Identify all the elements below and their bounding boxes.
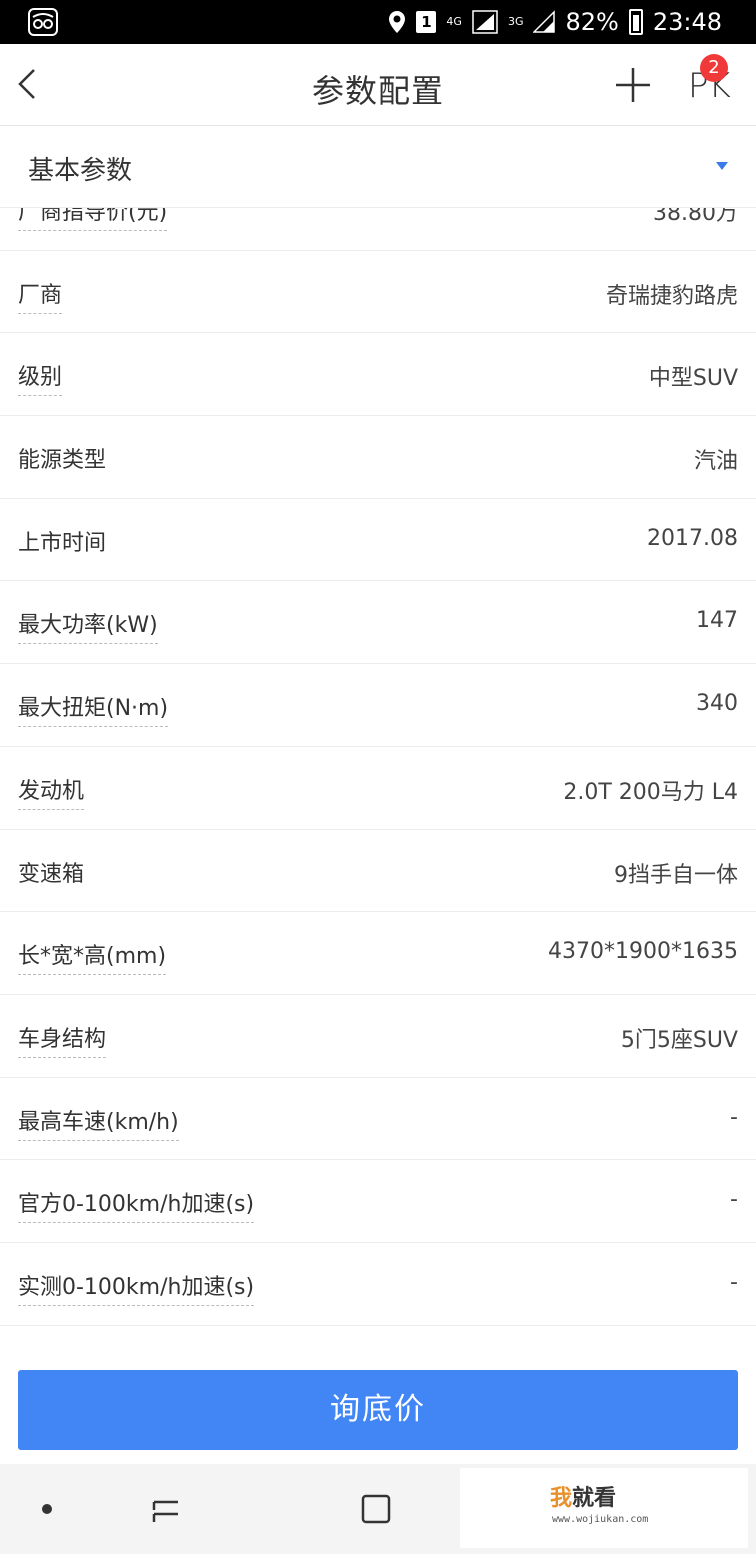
status-bar: 1 4G 3G 82% 23:48 — [0, 0, 756, 44]
section-header[interactable]: 基本参数 — [0, 126, 756, 208]
row-value: 2017.08 — [647, 525, 738, 551]
row-value: 2.0T 200马力 L4 — [563, 779, 738, 805]
table-row: 车身结构 5门5座SUV — [0, 995, 756, 1078]
pk-count-badge: 2 — [700, 54, 728, 82]
signal-icon — [472, 10, 498, 34]
row-value: 汽油 — [693, 449, 738, 475]
row-label[interactable]: 最高车速(km/h) — [18, 1104, 179, 1141]
network-3g-label: 3G — [507, 15, 524, 28]
row-label[interactable]: 级别 — [18, 359, 63, 397]
table-row: 最大扭矩(N·m) 340 — [0, 664, 756, 747]
row-label[interactable]: 最大功率(kW) — [18, 607, 158, 645]
network-4g-label: 4G — [446, 15, 462, 28]
row-value: - — [730, 1104, 738, 1130]
row-value: 340 — [696, 691, 738, 717]
parameter-list[interactable]: 厂商指导价(元) 38.80万 厂商 奇瑞捷豹路虎 级别 中型SUV 能源类型 … — [0, 168, 756, 1326]
row-label[interactable]: 最大扭矩(N·m) — [18, 690, 169, 728]
table-row: 厂商 奇瑞捷豹路虎 — [0, 251, 756, 334]
table-row: 变速箱 9挡手自一体 — [0, 830, 756, 913]
signal-icon-secondary — [533, 10, 556, 33]
app-notification-icon — [28, 8, 58, 36]
row-value: 中型SUV — [648, 366, 738, 392]
table-row: 发动机 2.0T 200马力 L4 — [0, 747, 756, 830]
nav-bar: 参数配置 PK — [0, 44, 756, 126]
row-value: 奇瑞捷豹路虎 — [605, 283, 738, 309]
clock: 23:48 — [652, 8, 722, 36]
table-row: 上市时间 2017.08 — [0, 499, 756, 582]
row-value: 147 — [696, 608, 738, 634]
row-value: 4370*1900*1635 — [548, 939, 738, 965]
caret-down-icon[interactable] — [716, 162, 728, 170]
row-label[interactable]: 车身结构 — [18, 1021, 107, 1058]
add-icon[interactable] — [612, 64, 654, 106]
ask-lowest-price-button[interactable]: 询底价 — [18, 1370, 738, 1450]
table-row: 级别 中型SUV — [0, 333, 756, 417]
table-row: 官方0-100km/h加速(s) - — [0, 1160, 756, 1243]
row-label[interactable]: 实测0-100km/h加速(s) — [18, 1269, 255, 1306]
nav-dot-icon[interactable] — [42, 1504, 52, 1514]
table-row: 最大功率(kW) 147 — [0, 581, 756, 665]
row-value: - — [730, 1187, 738, 1213]
system-nav-bar: 我就看 www.wojiukan.com — [0, 1464, 756, 1554]
cta-area: 询底价 — [0, 1352, 756, 1464]
row-label: 变速箱 — [18, 861, 85, 887]
row-value: - — [730, 1269, 738, 1295]
row-label: 能源类型 — [18, 448, 107, 474]
row-label[interactable]: 官方0-100km/h加速(s) — [18, 1186, 255, 1224]
watermark-logo: 我就看 — [550, 1486, 617, 1511]
recent-apps-icon[interactable] — [148, 1492, 184, 1526]
location-icon — [389, 11, 406, 33]
home-square-icon[interactable] — [358, 1492, 394, 1526]
battery-icon — [628, 9, 643, 35]
row-value: 5门5座SUV — [620, 1027, 738, 1053]
watermark-url: www.wojiukan.com — [552, 1514, 649, 1525]
row-label[interactable]: 厂商 — [18, 277, 63, 314]
section-title: 基本参数 — [28, 156, 133, 186]
battery-percent: 82% — [565, 8, 619, 36]
row-label[interactable]: 长*宽*高(mm) — [18, 938, 167, 976]
watermark: 我就看 www.wojiukan.com — [460, 1468, 748, 1548]
status-indicators: 1 4G 3G 82% 23:48 — [388, 0, 722, 44]
sim-indicator: 1 — [416, 11, 437, 33]
table-row: 长*宽*高(mm) 4370*1900*1635 — [0, 912, 756, 995]
row-label: 上市时间 — [18, 530, 107, 556]
row-value: 9挡手自一体 — [614, 862, 738, 888]
table-row: 实测0-100km/h加速(s) - — [0, 1243, 756, 1326]
row-label[interactable]: 发动机 — [18, 773, 85, 810]
table-row: 能源类型 汽油 — [0, 416, 756, 499]
table-row: 最高车速(km/h) - — [0, 1078, 756, 1161]
